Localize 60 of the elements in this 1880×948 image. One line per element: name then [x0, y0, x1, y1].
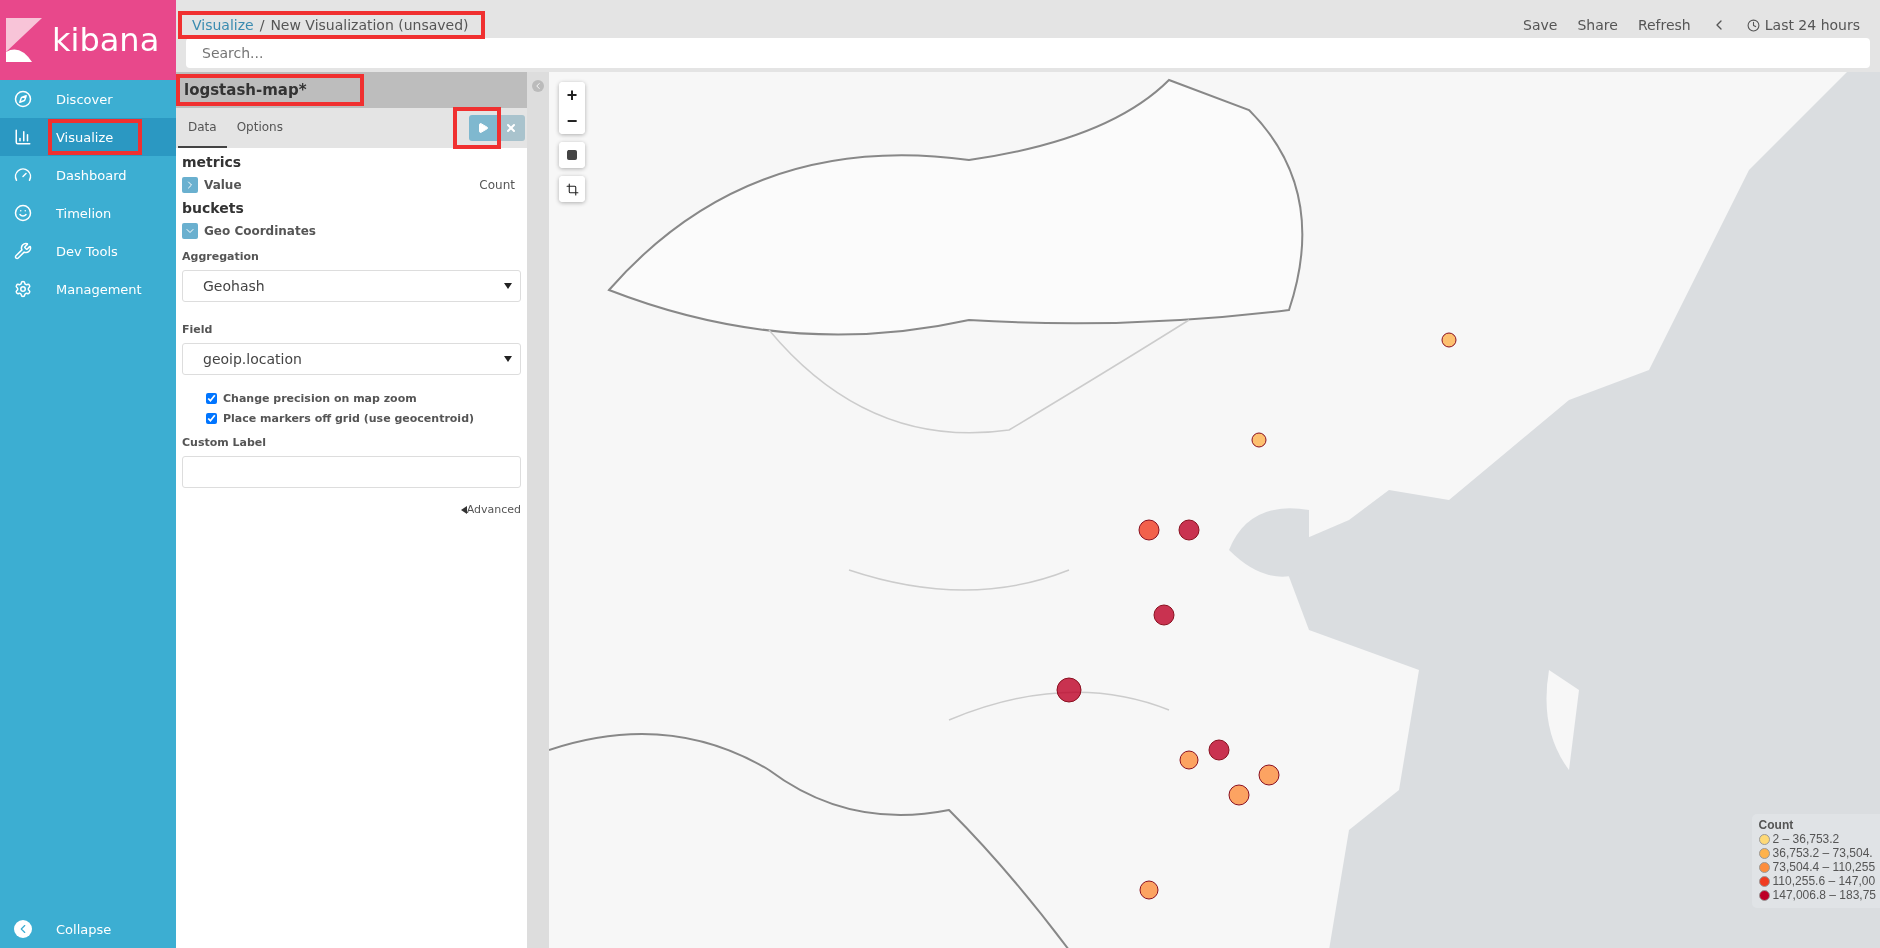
toolbar-button[interactable]: Refresh [1627, 17, 1701, 33]
logo-icon [6, 18, 42, 62]
close-icon [505, 122, 517, 134]
checkbox-option[interactable]: Change precision on map zoom [182, 392, 521, 405]
apply-button[interactable] [469, 115, 497, 141]
clock-icon [1746, 18, 1760, 32]
dropdown-icon [504, 283, 512, 289]
play-icon [477, 122, 489, 134]
face-icon [14, 204, 32, 222]
editor-tab[interactable]: Options [226, 108, 293, 148]
field-label: Field [182, 323, 214, 336]
crop-icon [565, 182, 579, 196]
caret-left-icon [460, 505, 467, 514]
section-heading: metrics [182, 154, 243, 170]
breadcrumb-separator: / [259, 17, 265, 33]
field-select[interactable]: geoip.location [182, 343, 521, 375]
aggregation-select[interactable]: Geohash [182, 270, 521, 302]
wrench-icon [14, 242, 32, 260]
dropdown-icon [504, 356, 512, 362]
search-field[interactable]: Search... [186, 38, 1870, 68]
kibana-logo[interactable]: kibana [0, 0, 176, 80]
toolbar-button[interactable]: Save [1513, 17, 1568, 33]
custom-label-field[interactable] [182, 456, 521, 488]
legend-item: 36,753.2 – 73,504. [1758, 846, 1876, 860]
settings-icon [14, 280, 32, 298]
legend-item: 147,006.8 – 183,75 [1758, 888, 1876, 902]
checkbox[interactable] [206, 413, 217, 424]
index-pattern-title: logstash-map* [184, 81, 307, 99]
breadcrumb-link[interactable]: Visualize [192, 17, 254, 33]
advanced-link[interactable]: Advanced [460, 503, 521, 516]
compass-icon [14, 90, 32, 108]
checkbox[interactable] [206, 393, 217, 404]
collapse-icon[interactable] [532, 80, 544, 92]
legend-item: 110,255.6 – 147,00 [1758, 874, 1876, 888]
draw-rectangle-button[interactable] [559, 142, 585, 168]
checkbox-option[interactable]: Place markers off grid (use geocentroid) [182, 412, 521, 425]
expand-toggle[interactable] [182, 223, 198, 239]
zoom-out-button[interactable]: − [559, 108, 585, 134]
metric-value: Count [479, 178, 515, 192]
legend-title: Count [1758, 818, 1795, 832]
zoom-in-button[interactable]: + [559, 82, 585, 108]
field-label: Custom Label [182, 436, 268, 449]
legend-item: 2 – 36,753.2 [1758, 832, 1876, 846]
editor-tab[interactable]: Data [178, 108, 227, 148]
time-picker[interactable]: Last 24 hours [1736, 17, 1870, 33]
crop-button[interactable] [559, 176, 585, 202]
page-title: New Visualization (unsaved) [270, 17, 469, 33]
expand-toggle[interactable] [182, 177, 198, 193]
nav-item[interactable]: Visualize [0, 118, 176, 156]
gauge-icon [14, 166, 32, 184]
bar-chart-icon [14, 128, 32, 146]
legend-item: 73,504.4 – 110,255 [1758, 860, 1876, 874]
logo-text: kibana [52, 21, 160, 59]
metric-label: Value [204, 178, 242, 192]
field-label: Aggregation [182, 250, 260, 263]
section-heading: buckets [182, 200, 245, 216]
bucket-label: Geo Coordinates [204, 224, 316, 238]
highlight-box [453, 107, 501, 149]
square-icon [566, 149, 578, 161]
toolbar-button[interactable]: Share [1567, 17, 1628, 33]
